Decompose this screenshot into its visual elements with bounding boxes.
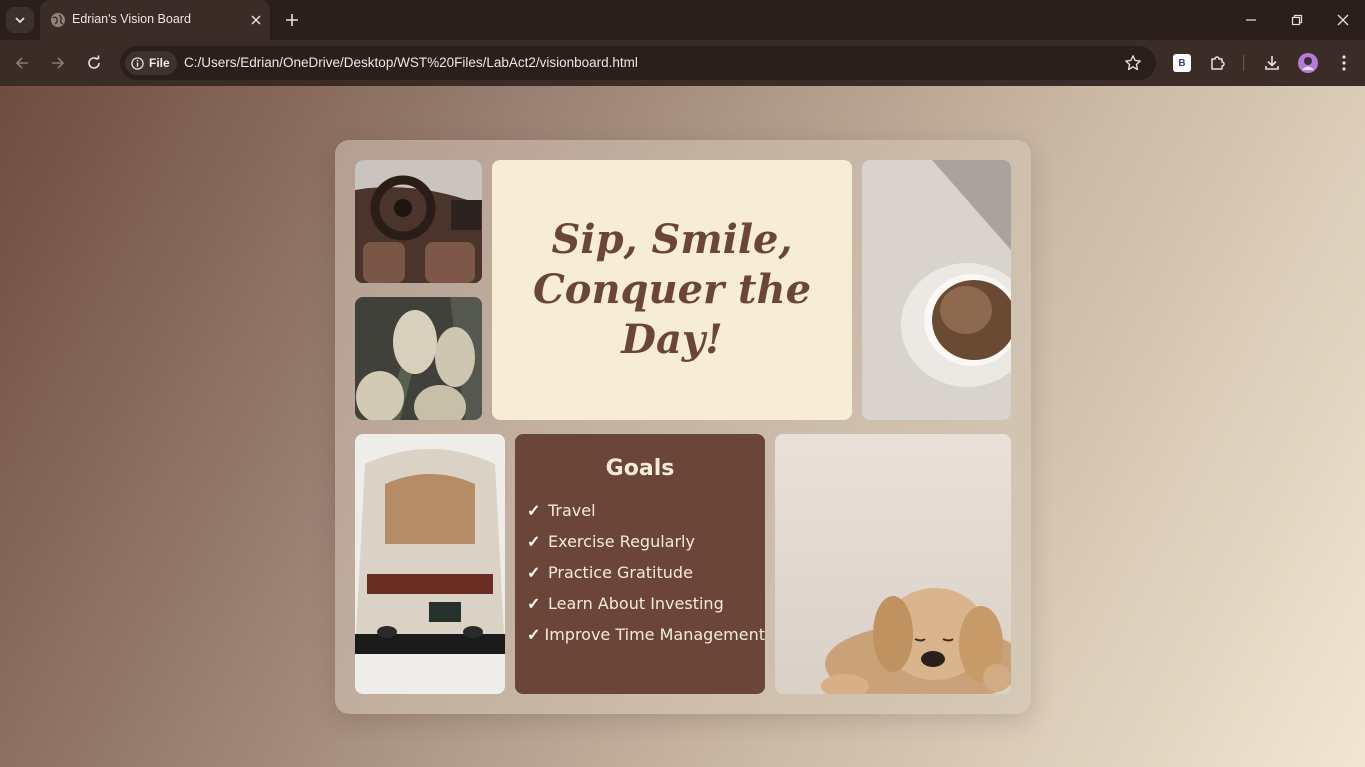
goal-item: ✓ Exercise Regularly (527, 526, 765, 557)
bookmark-star-icon[interactable] (1124, 54, 1142, 72)
page-viewport: Sip, Smile, Conquer the Day! Goals ✓ Tra… (0, 86, 1365, 767)
restore-icon (1291, 14, 1303, 26)
info-icon (131, 56, 144, 70)
site-info-chip[interactable]: File (125, 51, 177, 75)
avatar-icon (1298, 53, 1318, 73)
browser-toolbar: File C:/Users/Edrian/OneDrive/Desktop/WS… (0, 40, 1365, 86)
goals-list: ✓ Travel ✓ Exercise Regularly ✓ Practice Gr… (515, 495, 765, 650)
chip-label: File (149, 56, 170, 70)
goal-label: Improve Time Management (544, 625, 765, 644)
address-bar[interactable]: File C:/Users/Edrian/OneDrive/Desktop/WS… (120, 46, 1156, 80)
car-interior-photo (355, 160, 482, 283)
close-icon (1337, 14, 1349, 26)
arrow-left-icon (15, 57, 28, 69)
restore-button[interactable] (1283, 8, 1311, 32)
close-icon (251, 15, 261, 25)
goals-title: Goals (605, 456, 675, 481)
vision-board: Sip, Smile, Conquer the Day! Goals ✓ Tra… (335, 140, 1031, 714)
active-tab[interactable]: Edrian's Vision Board (40, 0, 270, 40)
toolbar-separator (1243, 55, 1244, 71)
extension-b-icon: B (1173, 54, 1191, 72)
puzzle-icon (1211, 56, 1225, 70)
goal-label: Practice Gratitude (548, 563, 693, 582)
menu-button[interactable] (1333, 52, 1355, 74)
check-icon: ✓ (527, 626, 541, 644)
tab-bar: Edrian's Vision Board (0, 0, 1365, 40)
plus-icon (286, 14, 298, 26)
coffee-cup-photo (862, 160, 1011, 420)
minimize-button[interactable] (1237, 8, 1265, 32)
extensions-button[interactable] (1207, 52, 1229, 74)
goal-item: ✓ Learn About Investing (527, 588, 765, 619)
goal-label: Learn About Investing (548, 594, 724, 613)
tab-title: Edrian's Vision Board (72, 12, 191, 26)
tab-search-button[interactable] (6, 7, 34, 33)
check-icon: ✓ (527, 502, 541, 520)
forward-button[interactable] (46, 51, 70, 75)
close-window-button[interactable] (1329, 8, 1357, 32)
goal-item: ✓ Travel (527, 495, 765, 526)
new-tab-button[interactable] (282, 10, 302, 30)
quote-text: Sip, Smile, Conquer the Day! (532, 216, 812, 363)
check-icon: ✓ (527, 533, 541, 551)
kebab-menu-icon (1342, 55, 1346, 71)
reload-icon (88, 55, 100, 69)
download-icon (1265, 56, 1279, 70)
check-icon: ✓ (527, 595, 541, 613)
goals-card: Goals ✓ Travel ✓ Exercise Regularly ✓ Pract… (515, 434, 765, 694)
quote-card: Sip, Smile, Conquer the Day! (492, 160, 852, 420)
arrow-right-icon (52, 57, 65, 69)
chevron-down-icon (15, 17, 25, 24)
puppy-photo (775, 434, 1011, 694)
goal-item: ✓ Practice Gratitude (527, 557, 765, 588)
extension-b-button[interactable]: B (1171, 52, 1193, 74)
goal-label: Travel (548, 501, 596, 520)
reload-button[interactable] (82, 51, 106, 75)
check-icon: ✓ (527, 564, 541, 582)
porsche-photo (355, 434, 505, 694)
back-button[interactable] (10, 51, 34, 75)
url-text[interactable]: C:/Users/Edrian/OneDrive/Desktop/WST%20F… (184, 55, 638, 70)
tab-close-button[interactable] (248, 12, 264, 28)
globe-icon (51, 13, 65, 27)
downloads-button[interactable] (1261, 52, 1283, 74)
extension-b-label: B (1178, 57, 1186, 69)
tulips-photo (355, 297, 482, 420)
minimize-icon (1246, 19, 1256, 21)
goal-label: Exercise Regularly (548, 532, 695, 551)
profile-button[interactable] (1297, 52, 1319, 74)
goal-item: ✓ Improve Time Management (527, 619, 765, 650)
